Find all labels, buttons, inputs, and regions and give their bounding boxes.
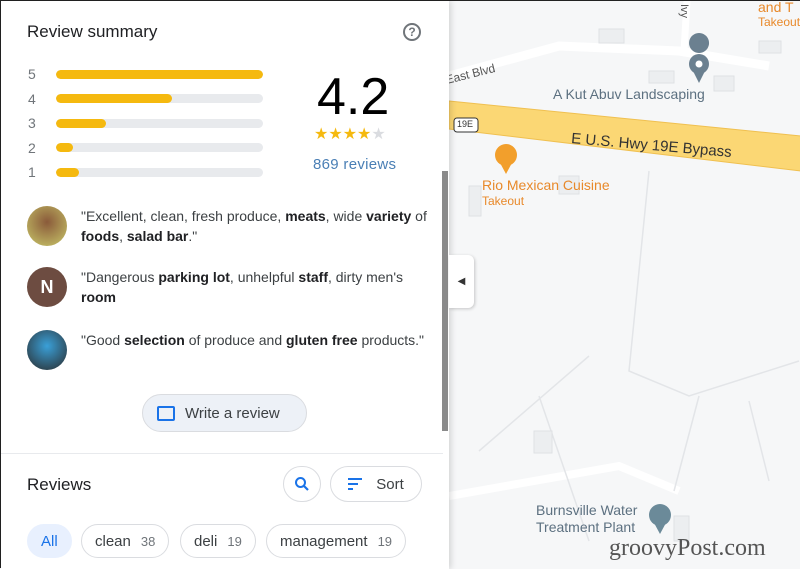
- review-summary-title: Review summary: [27, 22, 158, 41]
- rating-bar-fill: [56, 143, 73, 152]
- caret-left-icon: ◀: [457, 276, 466, 287]
- snippet-keyword: selection: [124, 332, 185, 348]
- rating-bar-track: [56, 69, 263, 79]
- snippet-keyword: foods: [81, 228, 120, 244]
- rating-bar-fill: [56, 69, 263, 79]
- snippet-quote: "Dangerous parking lot, unhelpful staff,…: [81, 267, 427, 307]
- chip-count: 19: [227, 533, 242, 549]
- snippet-text: "Dangerous: [81, 269, 159, 285]
- write-review-button[interactable]: Write a review: [142, 394, 307, 432]
- rating-bar-fill: [56, 167, 79, 177]
- map-label-restaurant-sub: Takeout: [482, 194, 525, 208]
- snippet-keyword: variety: [366, 208, 412, 224]
- map-canvas[interactable]: and T Takeout East Blvd Ivy A Kut Abuv L…: [449, 1, 800, 569]
- avatar: [27, 330, 67, 370]
- chip-count: 19: [377, 533, 393, 549]
- snippet-text: products.": [357, 332, 425, 348]
- reviews-title: Reviews: [27, 475, 92, 494]
- rating-bar-track: [56, 118, 263, 128]
- snippet-keyword: parking lot: [158, 269, 230, 285]
- snippet-keyword: salad bar: [126, 228, 189, 244]
- star-level-label: 5: [28, 66, 36, 82]
- star-level-label: 3: [28, 115, 36, 131]
- sort-button[interactable]: Sort: [330, 466, 422, 502]
- snippet-text: , unhelpful: [229, 269, 299, 285]
- divider: [1, 453, 443, 454]
- snippet-keyword: gluten free: [286, 332, 358, 348]
- snippet-text: of produce and: [184, 332, 286, 348]
- rating-bar-fill: [56, 118, 106, 128]
- rating-bar-row[interactable]: 2: [28, 140, 263, 156]
- rating-bar-row[interactable]: 1: [28, 164, 263, 180]
- chip-label: All: [41, 532, 58, 550]
- star-level-label: 4: [28, 90, 36, 107]
- map-label-street: Ivy: [678, 3, 691, 19]
- star-icon-empty: ★: [371, 126, 386, 143]
- avatar: [27, 206, 67, 246]
- filter-chip-All[interactable]: All: [27, 524, 72, 558]
- snippet-text: ,: [119, 228, 127, 244]
- edit-review-icon: [157, 405, 175, 421]
- map-label-restaurant[interactable]: Rio Mexican Cuisine: [482, 177, 610, 193]
- rating-bar-row[interactable]: 3: [28, 115, 263, 131]
- help-circle-icon[interactable]: ?: [403, 23, 421, 41]
- write-review-label: Write a review: [185, 404, 280, 422]
- star-rating: ★★★★★: [314, 124, 386, 144]
- sort-icon: [348, 478, 363, 490]
- search-reviews-button[interactable]: [283, 466, 321, 502]
- rating-bar-row[interactable]: 5: [28, 66, 263, 82]
- filter-chip-management[interactable]: management 19: [266, 524, 407, 558]
- snippet-keyword: staff: [298, 269, 328, 285]
- average-rating: 4.2: [317, 68, 390, 126]
- map-label-water-plant[interactable]: Burnsville Water: [536, 502, 637, 518]
- collapse-panel-button[interactable]: ◀: [449, 255, 474, 308]
- reviews-count-link[interactable]: 869 reviews: [313, 156, 396, 173]
- map-label-landscaping[interactable]: A Kut Abuv Landscaping: [553, 86, 705, 102]
- chip-label: management: [280, 532, 368, 550]
- snippet-quote: "Good selection of produce and gluten fr…: [81, 330, 424, 370]
- filter-chip-deli[interactable]: deli 19: [180, 524, 256, 558]
- map-label-place-sub: Takeout: [758, 15, 800, 29]
- rating-bar-track: [56, 143, 263, 152]
- map-label-water-plant-line2: Treatment Plant: [536, 519, 636, 535]
- snippet-text: , wide: [325, 208, 367, 224]
- rating-bar-fill: [56, 94, 172, 103]
- review-snippet[interactable]: N "Dangerous parking lot, unhelpful staff…: [27, 267, 427, 307]
- search-icon: [295, 477, 309, 491]
- star-level-label: 2: [28, 139, 36, 156]
- rating-bar-track: [56, 167, 263, 177]
- watermark: groovyPost.com: [609, 535, 766, 561]
- review-snippet[interactable]: "Good selection of produce and gluten fr…: [27, 330, 427, 370]
- rating-bar-row[interactable]: 4: [28, 91, 263, 107]
- snippet-text: "Excellent, clean, fresh produce,: [81, 208, 286, 224]
- scrollbar[interactable]: [442, 171, 448, 431]
- chip-label: deli: [194, 532, 218, 550]
- avatar: N: [27, 267, 67, 307]
- chip-label: clean: [95, 532, 131, 550]
- map-label-place[interactable]: and T: [758, 1, 794, 15]
- snippet-keyword: meats: [285, 208, 326, 224]
- rating-bar-track: [56, 94, 263, 103]
- filter-chip-clean[interactable]: clean 38: [81, 524, 170, 558]
- star-level-label: 1: [28, 164, 36, 180]
- review-snippet[interactable]: "Excellent, clean, fresh produce, meats,…: [27, 206, 427, 246]
- chip-count: 38: [140, 533, 156, 549]
- side-panel: Review summary ? 5 4 3 2 1 4.2 ★★★★★ 869 rev…: [1, 1, 449, 569]
- highway-shield: 19E: [457, 119, 474, 129]
- snippet-keyword: room: [81, 289, 116, 305]
- snippet-text: , dirty men's: [327, 269, 404, 285]
- snippet-text: of: [411, 208, 427, 224]
- snippet-text: "Good: [81, 332, 125, 348]
- snippet-text: .": [188, 228, 198, 244]
- sort-label: Sort: [376, 475, 404, 493]
- snippet-quote: "Excellent, clean, fresh produce, meats,…: [81, 206, 427, 246]
- star-icons-filled: ★★★★: [314, 126, 372, 143]
